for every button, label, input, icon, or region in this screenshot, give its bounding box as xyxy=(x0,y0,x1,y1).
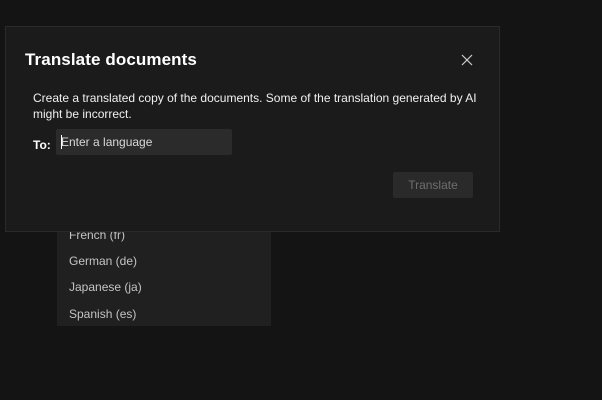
app-window: French (fr) German (de) Japanese (ja) Sp… xyxy=(0,0,602,400)
dropdown-item-german[interactable]: German (de) xyxy=(69,254,137,268)
language-input[interactable] xyxy=(56,129,232,155)
language-dropdown: French (fr) German (de) Japanese (ja) Sp… xyxy=(57,218,271,326)
translate-button[interactable]: Translate xyxy=(393,172,473,198)
dropdown-item-japanese[interactable]: Japanese (ja) xyxy=(69,280,142,294)
dialog-description: Create a translated copy of the document… xyxy=(33,91,477,121)
dropdown-item-spanish[interactable]: Spanish (es) xyxy=(69,307,136,321)
translate-dialog: Translate documents Create a translated … xyxy=(5,26,500,232)
text-caret xyxy=(61,135,62,149)
dialog-title: Translate documents xyxy=(25,50,197,69)
to-label: To: xyxy=(33,138,51,152)
close-button[interactable] xyxy=(458,51,476,69)
close-icon xyxy=(461,54,473,66)
